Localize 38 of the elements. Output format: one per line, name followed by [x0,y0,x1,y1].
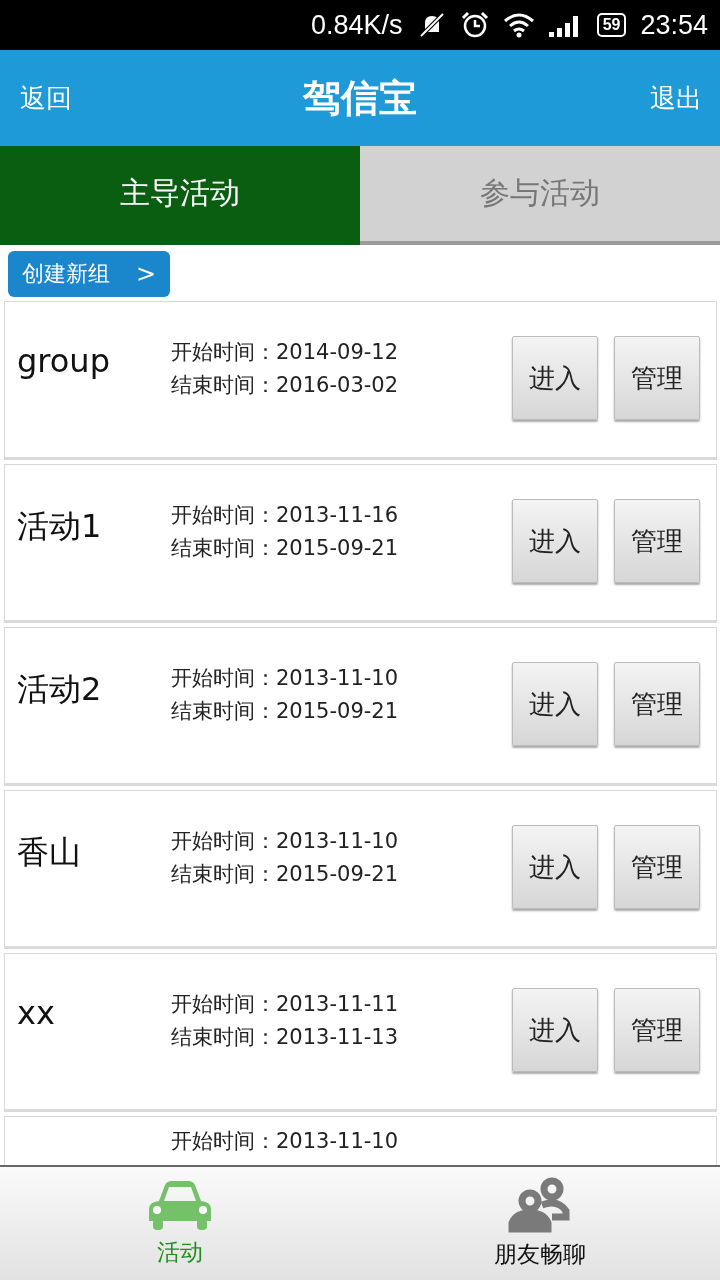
start-time: 开始时间：2013-11-10 [171,665,400,692]
end-time: 结束时间：2015-09-21 [171,535,400,562]
group-name: 香山 [17,832,82,873]
manage-button[interactable]: 管理 [614,662,700,746]
group-name: xx [17,994,56,1032]
end-time: 结束时间：2013-11-13 [171,1024,400,1051]
start-time: 开始时间：2013-11-11 [171,991,400,1018]
manage-button[interactable]: 管理 [614,336,700,420]
group-name: 活动1 [17,506,103,547]
clock-time: 23:54 [640,9,708,41]
manage-button[interactable]: 管理 [614,499,700,583]
car-icon [147,1179,213,1231]
enter-button[interactable]: 进入 [512,662,598,746]
app-title: 驾信宝 [302,74,418,122]
group-name: 活动2 [17,669,103,710]
nav-tab[interactable]: 朋友畅聊 [360,1167,720,1280]
end-time: 结束时间：2016-03-02 [171,372,400,399]
chevron-icon: > [136,260,157,288]
manage-button[interactable]: 管理 [614,988,700,1072]
start-time: 开始时间：2013-11-10 [171,828,400,855]
group-name: group [17,342,111,380]
end-time: 结束时间：2015-09-21 [171,861,400,888]
alarm-icon [460,11,489,39]
tab[interactable]: 主导活动 [0,146,360,245]
wifi-icon [502,12,535,38]
create-group-button[interactable]: 创建新组 > [8,251,171,297]
people-icon [508,1177,572,1233]
enter-button[interactable]: 进入 [512,988,598,1072]
enter-button[interactable]: 进入 [512,499,598,583]
enter-button[interactable]: 进入 [512,336,598,420]
battery-level: 59 [596,13,627,37]
enter-button[interactable]: 进入 [512,825,598,909]
start-time: 开始时间：2013-11-16 [171,502,400,529]
end-time: 结束时间：2015-09-21 [171,698,400,725]
start-time: 开始时间：2013-11-10 [171,1128,400,1155]
start-time: 开始时间：2014-09-12 [171,339,400,366]
network-speed: 0.84K/s [311,9,403,41]
manage-button[interactable]: 管理 [614,825,700,909]
